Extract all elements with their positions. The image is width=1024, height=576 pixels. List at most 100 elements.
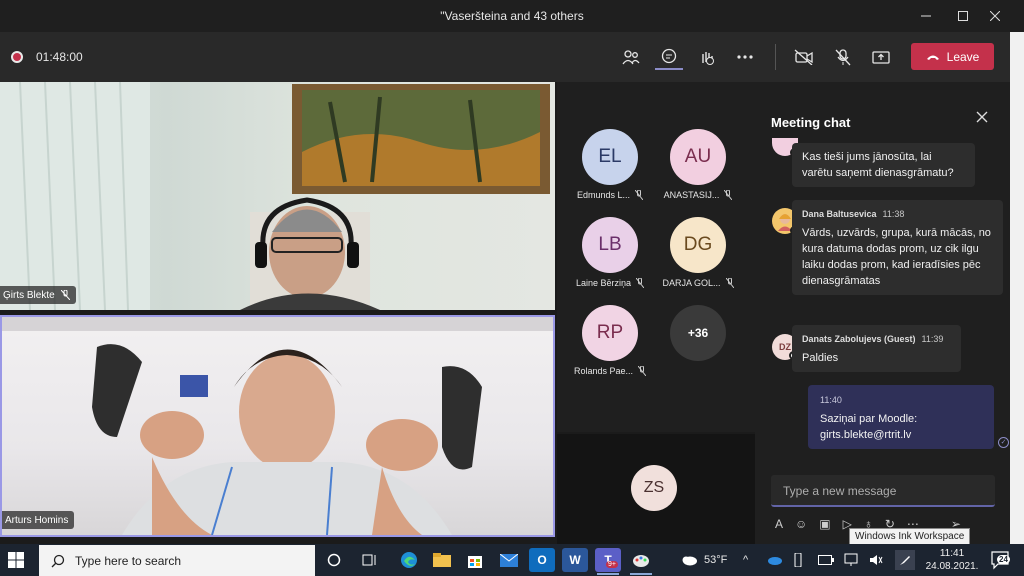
message-line: Saziņai par Moodle:	[820, 413, 918, 425]
compose-message-input[interactable]: Type a new message	[771, 475, 995, 507]
video-tile-2-active-speaker[interactable]: Arturs Homins	[0, 315, 555, 537]
minimize-button[interactable]	[909, 0, 943, 32]
network-icon[interactable]	[844, 552, 858, 568]
notification-count: 24	[997, 555, 1010, 564]
mic-off-icon	[725, 278, 734, 288]
notification-center-button[interactable]: 24	[990, 550, 1010, 570]
chat-title: Meeting chat	[771, 115, 851, 130]
participant-tile[interactable]: AU ANASTASIJ...	[658, 129, 738, 200]
taskbar-search-box[interactable]: Type here to search	[39, 545, 315, 576]
participant-name: DARJA GOL...	[662, 278, 721, 288]
message-time: 11:38	[882, 209, 905, 219]
participant-grid: EL Edmunds L... AU ANASTASIJ... LB Laine…	[557, 82, 755, 432]
participant-name: ANASTASIJ...	[663, 190, 720, 200]
microphone-toggle-button[interactable]	[829, 44, 857, 70]
participant-tile[interactable]: DG DARJA GOL...	[658, 217, 738, 288]
share-icon	[872, 51, 890, 64]
chat-icon	[661, 48, 677, 64]
avatar: ZS	[631, 465, 677, 511]
mic-off-icon	[60, 290, 70, 300]
show-hidden-icons[interactable]: ^	[743, 552, 748, 568]
window-title-bar: "Vaseršteina and 43 others	[0, 0, 1024, 32]
battery-icon[interactable]	[818, 552, 834, 568]
read-receipt-icon: ✓	[998, 437, 1009, 448]
side-scroll-strip	[1010, 32, 1024, 544]
mic-off-icon	[835, 49, 851, 66]
teams-badge: 9+	[606, 561, 618, 568]
active-app-indicator	[597, 573, 619, 575]
hang-up-icon	[926, 55, 939, 60]
search-icon	[51, 554, 65, 567]
share-screen-button[interactable]	[867, 44, 895, 70]
store-icon[interactable]	[462, 548, 488, 572]
reactions-button[interactable]	[693, 44, 721, 70]
onedrive-icon[interactable]	[766, 552, 782, 568]
weather-temperature: 53°F	[704, 554, 728, 566]
outlook-icon[interactable]: O	[529, 548, 555, 572]
sticker-icon[interactable]: ▣	[819, 517, 830, 531]
chat-message: Danats Zabolujevs (Guest) 11:39 Paldies	[792, 325, 961, 372]
participant-tile[interactable]: EL Edmunds L...	[570, 129, 650, 200]
teams-icon[interactable]: T	[595, 548, 621, 572]
participant-tile[interactable]: RP Rolands Pae...	[570, 305, 650, 376]
participant-name: Edmunds L...	[576, 190, 631, 200]
cloud-icon	[682, 556, 697, 566]
avatar: RP	[582, 305, 638, 361]
video-tile-1[interactable]: Ģirts Blekte	[0, 82, 555, 310]
maximize-icon	[958, 11, 968, 21]
own-chat-message: 11:40 Saziņai par Moodle: girts.blekte@r…	[808, 385, 994, 449]
maximize-button[interactable]	[946, 0, 980, 32]
usb-icon[interactable]	[794, 552, 802, 568]
file-explorer-icon[interactable]	[429, 548, 455, 572]
avatar: LB	[582, 217, 638, 273]
camera-off-icon	[794, 49, 813, 65]
participants-button[interactable]	[617, 44, 645, 70]
more-participants-button[interactable]: +36	[670, 305, 726, 361]
paint-icon[interactable]	[628, 548, 654, 572]
people-icon	[622, 50, 640, 65]
task-view-icon[interactable]	[357, 548, 383, 572]
camera-toggle-button[interactable]	[790, 44, 818, 70]
windows-start-icon[interactable]	[8, 552, 24, 568]
participant-name: Ģirts Blekte	[3, 289, 55, 301]
search-placeholder: Type here to search	[75, 553, 182, 568]
participant-name: Arturs Homins	[5, 514, 69, 526]
active-app-indicator	[630, 573, 652, 575]
message-link[interactable]: girts.blekte@rtrit.lv	[820, 427, 982, 443]
participant-name: Laine Bērziņa	[575, 278, 632, 288]
word-icon[interactable]: W	[562, 548, 588, 572]
window-title: "Vaseršteina and 43 others	[440, 9, 584, 23]
clock-date: 24.08.2021.	[925, 561, 979, 572]
participant-tile[interactable]: LB Laine Bērziņa	[570, 217, 650, 288]
leave-button[interactable]: Leave	[911, 43, 994, 70]
close-window-button[interactable]	[978, 0, 1012, 32]
mic-off-icon	[635, 190, 644, 200]
meeting-timer: 01:48:00	[36, 50, 83, 64]
tooltip: Windows Ink Workspace	[849, 528, 971, 545]
close-chat-button[interactable]	[973, 110, 991, 128]
message-time: 11:40	[820, 395, 842, 405]
participant-tile[interactable]: ZS	[557, 434, 755, 544]
meeting-toolbar: 01:48:00 Leave	[0, 32, 1010, 82]
emoji-icon[interactable]: ☺	[795, 517, 807, 531]
volume-icon[interactable]	[869, 552, 883, 568]
participant-name: Rolands Pae...	[573, 366, 634, 376]
avatar: AU	[670, 129, 726, 185]
toolbar-divider	[775, 44, 776, 70]
mic-off-icon	[724, 190, 733, 200]
cortana-icon[interactable]	[321, 548, 347, 572]
format-icon[interactable]: A	[775, 517, 783, 531]
chat-toggle-button[interactable]	[655, 44, 683, 70]
weather-widget[interactable]: 53°F	[680, 552, 727, 568]
windows-ink-workspace-icon[interactable]	[895, 550, 915, 570]
edge-browser-icon[interactable]	[396, 548, 422, 572]
raise-hand-icon	[702, 52, 714, 65]
message-text: Kas tieši jums jānosūta, lai varētu saņe…	[802, 151, 954, 179]
more-actions-button[interactable]	[731, 44, 759, 70]
system-clock[interactable]: 11:41 24.08.2021.	[924, 547, 980, 573]
message-time: 11:39	[921, 334, 944, 344]
mail-icon[interactable]	[496, 548, 522, 572]
avatar: EL	[582, 129, 638, 185]
participant-name-chip: Arturs Homins	[2, 511, 75, 529]
meeting-stage: Ģirts Blekte Arturs Homins EL Edmunds L.	[0, 82, 755, 544]
